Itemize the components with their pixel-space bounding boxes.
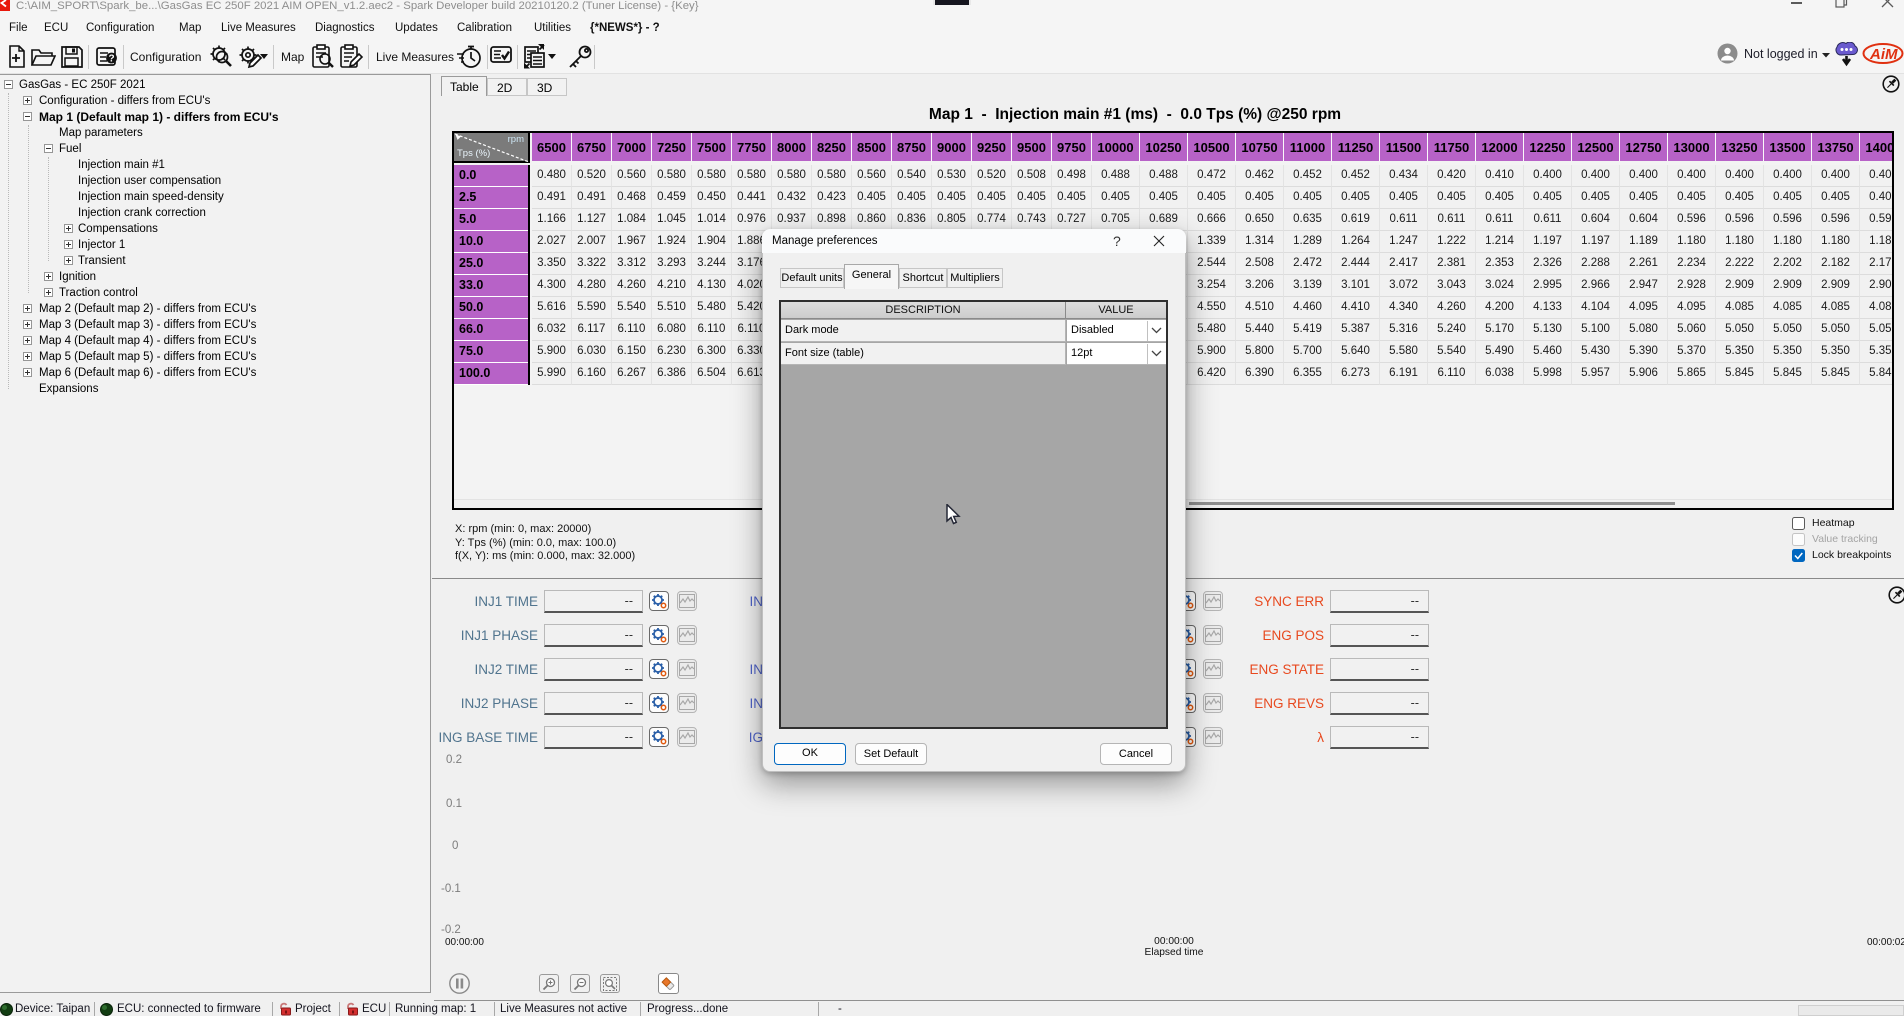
svg-text:?: ? <box>108 54 114 65</box>
svg-text:AiM: AiM <box>1869 46 1898 63</box>
